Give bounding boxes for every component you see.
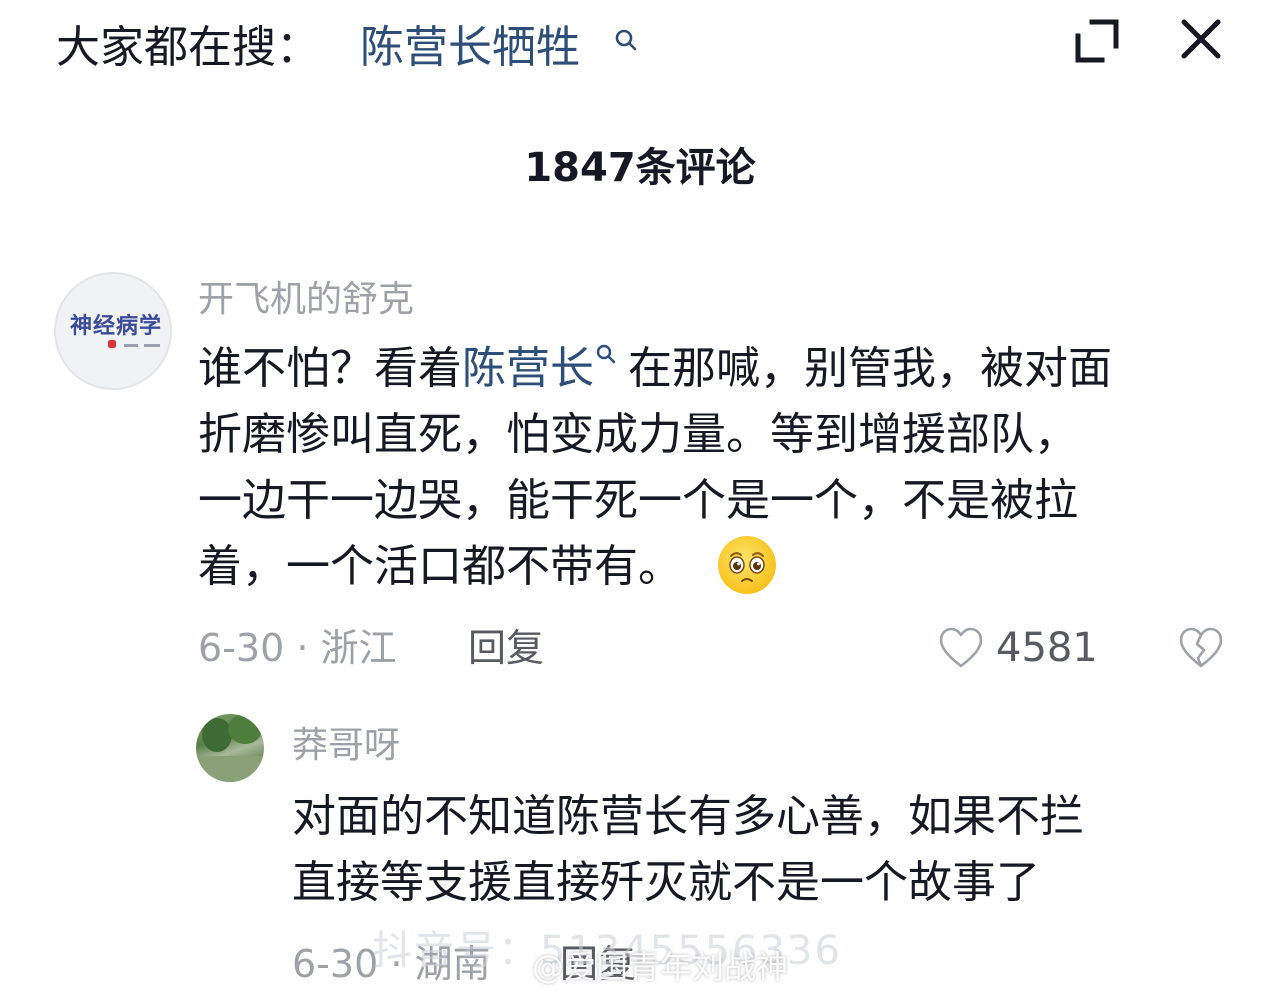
comment-username[interactable]: 开飞机的舒克 [198, 276, 414, 324]
comments-count-title: 1847条评论 [524, 145, 756, 191]
hot-search-label: 大家都在搜： [56, 22, 320, 73]
avatar-decoration [124, 344, 138, 347]
comment-text-segment: 着，一个活口都不带有。 [198, 541, 682, 592]
search-icon [596, 344, 616, 364]
top-bar: 大家都在搜： 陈营长牺牲 [0, 0, 1280, 100]
close-icon[interactable] [1176, 14, 1226, 64]
like-count: 4581 [996, 625, 1098, 671]
comment-line: 直接等支援直接歼灭就不是一个故事了 [292, 857, 1040, 908]
comment-line: 折磨惨叫直死，怕变成力量。等到增援部队， [198, 409, 1078, 460]
broken-heart-icon[interactable] [1178, 626, 1224, 670]
avatar-decoration [144, 344, 160, 347]
comment-line: 一边干一边哭，能干死一个是一个，不是被拉 [198, 475, 1078, 526]
comment-date-location: 6-30 · 浙江 [198, 626, 397, 670]
expand-icon[interactable] [1074, 18, 1120, 64]
comment-line: 对面的不知道陈营长有多心善，如果不拦 [292, 791, 1084, 842]
avatar-mark [108, 340, 116, 348]
comment-username[interactable]: 莽哥呀 [292, 722, 400, 770]
comment-line: 着，一个活口都不带有。 [198, 534, 1238, 600]
search-link[interactable]: 陈营长 [462, 343, 594, 394]
avatar-image-detail [202, 718, 232, 752]
comment-text-segment: 在那喊，别管我，被对面 [628, 343, 1112, 394]
comment-text-segment: 谁不怕？看着 [198, 343, 462, 394]
comment-text: 谁不怕？看着陈营长 在那喊，别管我，被对面 折磨惨叫直死，怕变成力量。等到增援部队… [198, 336, 1238, 600]
avatar-text: 神经病学 [70, 314, 163, 339]
comment-line: 谁不怕？看着陈营长 在那喊，别管我，被对面 [198, 336, 1238, 402]
search-icon [615, 29, 637, 51]
avatar[interactable] [196, 714, 264, 782]
weibo-watermark: @爱国青年刘战神 [532, 948, 789, 986]
hot-search-link[interactable]: 陈营长牺牲 [360, 20, 580, 76]
comment-text: 对面的不知道陈营长有多心善，如果不拦 直接等支援直接歼灭就不是一个故事了 [292, 784, 1252, 916]
pleading-face-emoji [718, 536, 776, 594]
avatar[interactable]: 神经病学 [54, 272, 172, 390]
avatar-image-detail [228, 714, 262, 744]
heart-icon[interactable] [938, 626, 984, 670]
reply-button[interactable]: 回复 [468, 622, 544, 674]
avatar-image-detail [196, 756, 264, 782]
